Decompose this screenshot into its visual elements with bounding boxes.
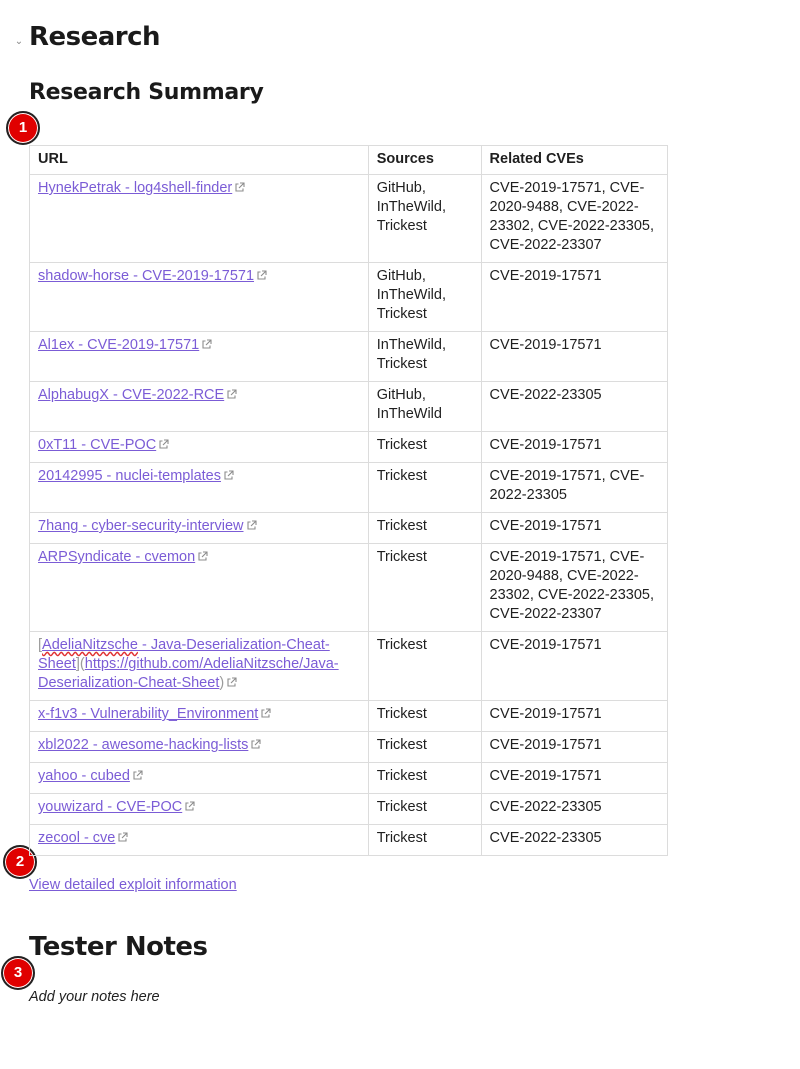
repo-link[interactable]: 0xT11 - CVE-POC — [38, 437, 156, 453]
table-row: Al1ex - CVE-2019-17571 InTheWild, Trickes… — [29, 331, 669, 382]
sources-cell: GitHub, InTheWild, Trickest — [367, 262, 482, 332]
external-link-icon — [132, 770, 143, 781]
related-cves-cell: CVE-2019-17571, CVE-2022-23305 — [480, 462, 669, 513]
research-summary-title: Research Summary — [29, 80, 264, 105]
url-cell: Al1ex - CVE-2019-17571 — [29, 331, 369, 382]
repo-link[interactable]: ARPSyndicate - cvemon — [38, 549, 195, 565]
related-cves-cell: CVE-2022-23305 — [480, 793, 669, 825]
sources-cell: Trickest — [367, 731, 482, 763]
table-row: shadow-horse - CVE-2019-17571 GitHub, InT… — [29, 262, 669, 332]
url-cell: HynekPetrak - log4shell-finder — [29, 174, 369, 263]
related-cves-cell: CVE-2019-17571, CVE-2020-9488, CVE-2022-… — [480, 174, 669, 263]
url-cell: 20142995 - nuclei-templates — [29, 462, 369, 513]
external-link-icon — [184, 801, 195, 812]
url-cell: x-f1v3 - Vulnerability_Environment — [29, 700, 369, 732]
markdown-bracket: ]( — [75, 656, 85, 672]
url-cell: xbl2022 - awesome-hacking-lists — [29, 731, 369, 763]
related-cves-cell: CVE-2019-17571 — [480, 700, 669, 732]
sources-cell: Trickest — [367, 700, 482, 732]
research-table: URL Sources Related CVEs HynekPetrak - l… — [29, 145, 669, 856]
sources-cell: Trickest — [367, 512, 482, 544]
table-row: zecool - cve Trickest CVE-2022-23305 — [29, 824, 669, 856]
tester-notes-title: Tester Notes — [29, 932, 208, 962]
repo-link[interactable]: shadow-horse - CVE-2019-17571 — [38, 268, 254, 284]
table-row: [AdeliaNitzsche - Java-Deserialization-C… — [29, 631, 669, 701]
annotation-marker-1: 1 — [6, 111, 40, 145]
url-cell: shadow-horse - CVE-2019-17571 — [29, 262, 369, 332]
repo-link[interactable]: HynekPetrak - log4shell-finder — [38, 180, 232, 196]
sources-cell: Trickest — [367, 631, 482, 701]
table-row: 7hang - cyber-security-interview Trickest… — [29, 512, 669, 544]
repo-link[interactable]: 20142995 - nuclei-templates — [38, 468, 221, 484]
url-cell: youwizard - CVE-POC — [29, 793, 369, 825]
table-row: yahoo - cubed Trickest CVE-2019-17571 — [29, 762, 669, 794]
sources-cell: GitHub, InTheWild, Trickest — [367, 174, 482, 263]
related-cves-cell: CVE-2019-17571 — [480, 512, 669, 544]
related-cves-cell: CVE-2019-17571 — [480, 262, 669, 332]
external-link-icon — [226, 677, 237, 688]
table-row: 20142995 - nuclei-templates Trickest CVE-2… — [29, 462, 669, 513]
notes-input[interactable]: Add your notes here — [29, 989, 160, 1005]
url-cell: yahoo - cubed — [29, 762, 369, 794]
collapse-chevron-icon[interactable]: ⌄ — [13, 36, 25, 48]
sources-cell: InTheWild, Trickest — [367, 331, 482, 382]
related-cves-cell: CVE-2022-23305 — [480, 381, 669, 432]
table-row: youwizard - CVE-POC Trickest CVE-2022-2330… — [29, 793, 669, 825]
url-cell: 7hang - cyber-security-interview — [29, 512, 369, 544]
section-title: Research — [29, 22, 161, 52]
external-link-icon — [226, 389, 237, 400]
external-link-icon — [223, 470, 234, 481]
table-row: HynekPetrak - log4shell-finder GitHub, In… — [29, 174, 669, 263]
table-row: xbl2022 - awesome-hacking-lists Trickest C… — [29, 731, 669, 763]
header-sources: Sources — [367, 145, 482, 175]
related-cves-cell: CVE-2019-17571 — [480, 762, 669, 794]
external-link-icon — [256, 270, 267, 281]
external-link-icon — [234, 182, 245, 193]
external-link-icon — [158, 439, 169, 450]
external-link-icon — [197, 551, 208, 562]
markdown-bracket: ) — [219, 675, 225, 691]
related-cves-cell: CVE-2019-17571 — [480, 431, 669, 463]
url-cell: zecool - cve — [29, 824, 369, 856]
external-link-icon — [246, 520, 257, 531]
related-cves-cell: CVE-2019-17571 — [480, 331, 669, 382]
header-url: URL — [29, 145, 369, 175]
table-row: AlphabugX - CVE-2022-RCE GitHub, InTheWil… — [29, 381, 669, 432]
url-cell: 0xT11 - CVE-POC — [29, 431, 369, 463]
related-cves-cell: CVE-2019-17571, CVE-2020-9488, CVE-2022-… — [480, 543, 669, 632]
related-cves-cell: CVE-2019-17571 — [480, 631, 669, 701]
repo-link[interactable]: yahoo - cubed — [38, 768, 130, 784]
repo-link[interactable]: Al1ex - CVE-2019-17571 — [38, 337, 199, 353]
sources-cell: Trickest — [367, 824, 482, 856]
repo-link[interactable]: x-f1v3 - Vulnerability_Environment — [38, 706, 258, 722]
external-link-icon — [117, 832, 128, 843]
table-row: ARPSyndicate - cvemon Trickest CVE-2019-17… — [29, 543, 669, 632]
sources-cell: Trickest — [367, 793, 482, 825]
sources-cell: Trickest — [367, 762, 482, 794]
sources-cell: Trickest — [367, 462, 482, 513]
url-cell: ARPSyndicate - cvemon — [29, 543, 369, 632]
view-exploit-info-link[interactable]: View detailed exploit information — [29, 877, 237, 893]
url-cell: [AdeliaNitzsche - Java-Deserialization-C… — [29, 631, 369, 701]
external-link-icon — [201, 339, 212, 350]
sources-cell: Trickest — [367, 543, 482, 632]
header-related-cves: Related CVEs — [480, 145, 669, 175]
repo-link[interactable]: 7hang - cyber-security-interview — [38, 518, 244, 534]
repo-link[interactable]: youwizard - CVE-POC — [38, 799, 182, 815]
repo-link[interactable]: xbl2022 - awesome-hacking-lists — [38, 737, 248, 753]
repo-link[interactable]: zecool - cve — [38, 830, 115, 846]
related-cves-cell: CVE-2022-23305 — [480, 824, 669, 856]
sources-cell: Trickest — [367, 431, 482, 463]
url-cell: AlphabugX - CVE-2022-RCE — [29, 381, 369, 432]
external-link-icon — [260, 708, 271, 719]
sources-cell: GitHub, InTheWild — [367, 381, 482, 432]
external-link-icon — [250, 739, 261, 750]
table-row: 0xT11 - CVE-POC Trickest CVE-2019-17571 — [29, 431, 669, 463]
table-header-row: URL Sources Related CVEs — [29, 145, 669, 175]
repo-owner-name: AdeliaNitzsche — [42, 637, 138, 653]
related-cves-cell: CVE-2019-17571 — [480, 731, 669, 763]
table-row: x-f1v3 - Vulnerability_Environment Tricke… — [29, 700, 669, 732]
repo-link[interactable]: AlphabugX - CVE-2022-RCE — [38, 387, 224, 403]
